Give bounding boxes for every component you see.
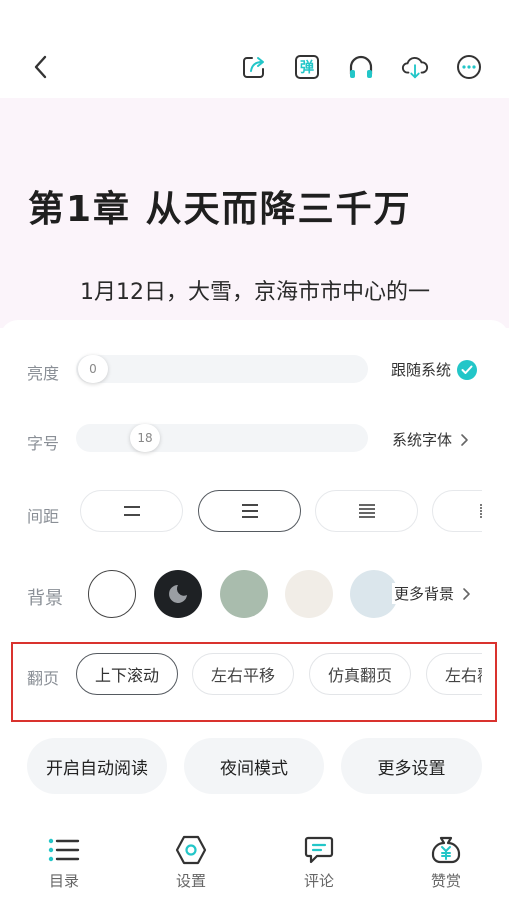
follow-system-label: 跟随系统: [391, 361, 452, 379]
nav-comments-label: 评论: [303, 872, 334, 890]
chevron-right-icon: [463, 587, 470, 600]
more-settings-button[interactable]: 更多设置: [341, 738, 482, 794]
nav-catalog[interactable]: 目录: [24, 834, 104, 891]
danmaku-button[interactable]: 弹: [293, 52, 321, 82]
spacing-options: [80, 490, 482, 534]
font-family-label: 系统字体: [392, 431, 453, 449]
background-label: 背景: [27, 588, 63, 609]
spacing-normal-button[interactable]: [198, 490, 301, 532]
nav-catalog-label: 目录: [48, 872, 79, 890]
auto-read-button[interactable]: 开启自动阅读: [27, 738, 167, 794]
check-icon: [457, 359, 478, 380]
spacing-extra-loose-button[interactable]: [432, 490, 482, 532]
share-button[interactable]: [240, 52, 268, 82]
back-button[interactable]: [28, 52, 54, 82]
reader-content[interactable]: 第1章 从天而降三千万 1月12日，大雪，京海市市中心的一: [0, 98, 509, 328]
background-green-swatch[interactable]: [220, 570, 268, 618]
back-arrow-icon: [34, 55, 47, 79]
flip-slide-button[interactable]: 左右平移: [192, 653, 294, 695]
share-icon: [243, 57, 264, 78]
moon-icon: [169, 585, 187, 603]
more-background-label: 更多背景: [394, 585, 455, 603]
night-mode-button[interactable]: 夜间模式: [184, 738, 324, 794]
background-row: 背景 更多背景: [0, 570, 509, 620]
spacing-extra-loose-icon: [479, 504, 482, 518]
font-family-button[interactable]: 系统字体: [392, 429, 470, 450]
page-flip-options: 上下滚动 左右平移 仿真翻页 左右覆盖: [76, 653, 482, 697]
font-size-value: 18: [137, 431, 153, 445]
chevron-right-icon: [461, 433, 468, 446]
nav-reward-label: 赞赏: [430, 872, 461, 890]
nav-comments[interactable]: 评论: [279, 834, 359, 891]
more-button[interactable]: [455, 52, 483, 82]
font-size-slider[interactable]: 18: [76, 424, 368, 452]
nav-settings-label: 设置: [175, 872, 206, 890]
bottom-nav: 目录 设置 评论 赞赏: [0, 820, 509, 906]
danmaku-label: 弹: [300, 60, 314, 76]
more-background-button[interactable]: 更多背景: [392, 583, 473, 604]
flip-scroll-button[interactable]: 上下滚动: [76, 653, 178, 695]
font-size-label: 字号: [27, 434, 60, 453]
chapter-title: 第1章 从天而降三千万: [28, 189, 412, 230]
settings-hex-icon: [175, 835, 207, 865]
more-icon: [457, 55, 481, 79]
nav-settings[interactable]: 设置: [151, 834, 231, 891]
follow-system-toggle[interactable]: 跟随系统: [391, 359, 478, 380]
brightness-value: 0: [89, 362, 97, 376]
listen-button[interactable]: [347, 52, 375, 82]
flip-simulation-button[interactable]: 仿真翻页: [309, 653, 411, 695]
menu-list-icon: [48, 838, 80, 862]
brightness-label: 亮度: [27, 364, 60, 383]
spacing-tight-button[interactable]: [80, 490, 183, 532]
comment-icon: [304, 836, 334, 864]
flip-cover-button[interactable]: 左右覆盖: [426, 653, 482, 695]
font-size-thumb[interactable]: 18: [130, 424, 160, 452]
brightness-thumb[interactable]: 0: [78, 355, 108, 383]
background-beige-swatch[interactable]: [285, 570, 333, 618]
money-bag-icon: [431, 836, 461, 864]
page-flip-label: 翻页: [27, 669, 60, 688]
spacing-loose-icon: [358, 504, 375, 518]
download-button[interactable]: [401, 52, 429, 82]
cloud-download-icon: [402, 56, 429, 79]
reading-settings-panel: 亮度 0 跟随系统 字号 18 系统字体 间距 背景 更多背景 翻页 上下滚动 …: [0, 320, 509, 906]
spacing-tight-icon: [123, 506, 140, 516]
top-bar: 弹: [0, 0, 509, 98]
chapter-text: 1月12日，大雪，京海市市中心的一: [80, 280, 430, 305]
nav-reward[interactable]: 赞赏: [406, 834, 486, 891]
background-blue-swatch[interactable]: [350, 570, 398, 618]
background-white-swatch[interactable]: [88, 570, 136, 618]
brightness-slider[interactable]: 0: [76, 355, 368, 383]
spacing-label: 间距: [27, 507, 60, 526]
spacing-normal-icon: [241, 504, 258, 518]
headphones-icon: [349, 55, 373, 78]
background-dark-swatch[interactable]: [154, 570, 202, 618]
spacing-loose-button[interactable]: [315, 490, 418, 532]
